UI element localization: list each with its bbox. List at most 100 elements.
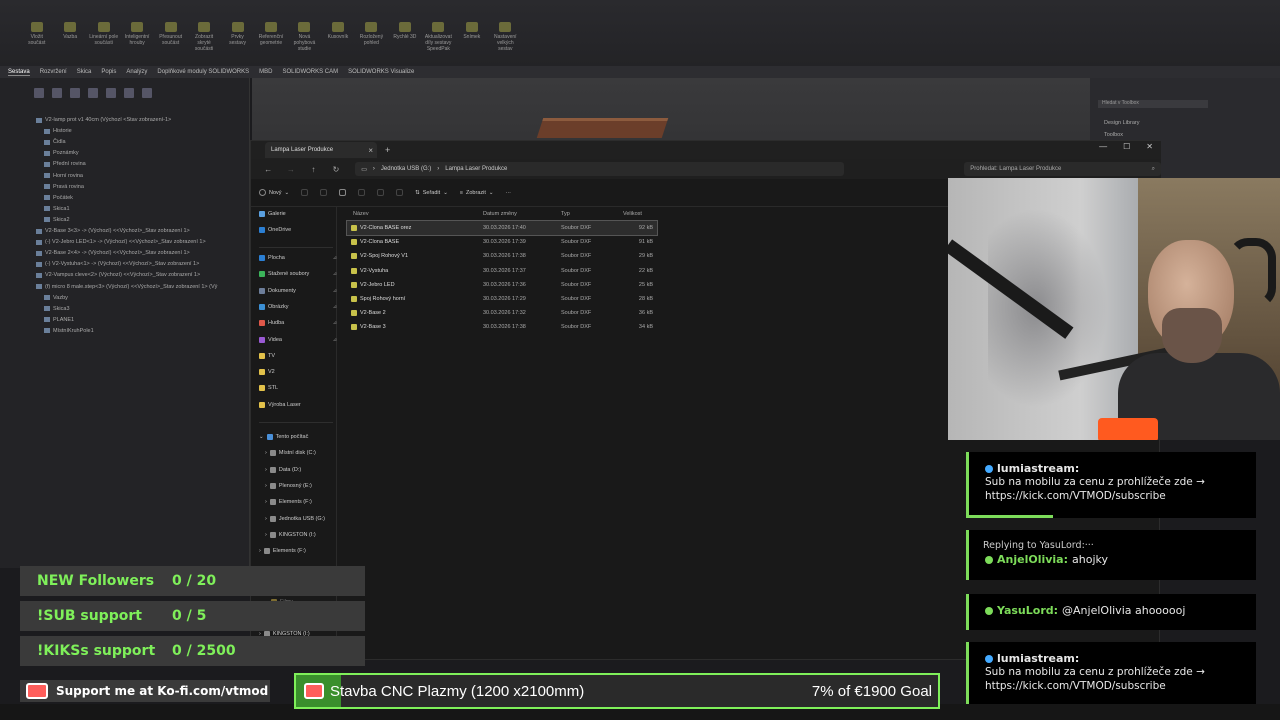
column-size[interactable]: Velikost xyxy=(623,211,657,217)
close-tab-icon[interactable]: × xyxy=(368,146,373,155)
pin-icon[interactable]: ⊿ xyxy=(333,255,337,261)
file-row[interactable]: Spoj Rohový horní 30.03.2026 17:29 Soubor … xyxy=(347,292,657,306)
sidebar-item[interactable]: V2 xyxy=(259,369,337,376)
tree-item[interactable]: V2-Base 2<4> -> (Výchozí) <<Výchozí>_Sta… xyxy=(36,250,190,256)
tab-5[interactable]: Doplňkové moduly SOLIDWORKS xyxy=(157,69,249,75)
delete-button[interactable] xyxy=(396,189,404,196)
new-tab-icon[interactable]: + xyxy=(385,145,390,155)
ribbon-button[interactable]: Nová pohybová studie xyxy=(290,22,319,62)
minimize-icon[interactable]: — xyxy=(1099,142,1107,151)
ribbon-button[interactable]: Referenční geometrie xyxy=(256,22,285,62)
dimxpert-icon[interactable] xyxy=(88,88,98,98)
ribbon-button[interactable]: Rozložený pohled xyxy=(357,22,386,62)
ribbon-button[interactable]: Snímek xyxy=(457,22,486,62)
tree-item[interactable]: Pravá rovina xyxy=(44,184,84,190)
tree-item[interactable]: (-) V2-Vystuha<1> -> (Výchozí) <<Výchozí… xyxy=(36,261,199,267)
column-type[interactable]: Typ xyxy=(557,211,623,217)
tree-item[interactable]: Poznámky xyxy=(44,150,79,156)
ribbon-button[interactable]: Nastavení velkých sestav xyxy=(491,22,520,62)
new-button[interactable]: Nový ⌄ xyxy=(259,189,289,196)
sidebar-drive[interactable]: › Elements (F:) xyxy=(265,499,343,506)
sidebar-item[interactable]: Videa ⊿ xyxy=(259,336,337,343)
file-row[interactable]: V2-Clona BASE orez 30.03.2026 17:40 Soubor… xyxy=(346,220,658,236)
sidebar-drive[interactable]: › Elements (F:) xyxy=(259,548,337,555)
column-name[interactable]: Název xyxy=(347,211,479,217)
sidebar-item[interactable]: Plocha ⊿ xyxy=(259,255,337,261)
tree-item[interactable]: Skica1 xyxy=(44,206,70,212)
pin-icon[interactable]: ⊿ xyxy=(333,320,337,326)
sidebar-this-pc[interactable]: ⌄ Tento počítač xyxy=(259,434,337,440)
file-row[interactable]: V2-Clona BASE 30.03.2026 17:39 Soubor DXF 9… xyxy=(347,235,657,249)
tab-3[interactable]: Popis xyxy=(101,69,116,75)
sidebar-item[interactable]: OneDrive xyxy=(259,227,337,233)
share-button[interactable] xyxy=(377,189,385,196)
property-icon[interactable] xyxy=(52,88,62,98)
ribbon-button[interactable]: Lineární pole součásti xyxy=(89,22,118,62)
tree-item[interactable]: Historie xyxy=(44,128,72,134)
ribbon-button[interactable]: Kusovník xyxy=(323,22,352,62)
3d-part-model[interactable] xyxy=(536,118,669,138)
file-row[interactable]: V2-Base 3 30.03.2026 17:38 Soubor DXF 34 kB xyxy=(347,320,657,334)
ribbon-button[interactable]: Vložit součást xyxy=(22,22,51,62)
sidebar-item[interactable]: TV xyxy=(259,352,337,359)
sidebar-item[interactable]: Obrázky ⊿ xyxy=(259,303,337,310)
tree-item[interactable]: MístníKruhPole1 xyxy=(44,328,94,334)
ribbon-button[interactable]: Inteligentní hrouby xyxy=(122,22,151,62)
tree-item[interactable]: Skica3 xyxy=(44,306,70,312)
back-icon[interactable]: ← xyxy=(263,165,274,174)
tab-8[interactable]: SOLIDWORKS Visualize xyxy=(348,69,414,75)
sidebar-item[interactable]: STL xyxy=(259,385,337,392)
ribbon-button[interactable]: Zobrazit skryté součásti xyxy=(189,22,218,62)
sort-button[interactable]: ⇅ Seřadit ⌄ xyxy=(415,190,448,196)
more-button[interactable]: ··· xyxy=(506,190,512,196)
maximize-icon[interactable]: ☐ xyxy=(1123,142,1130,151)
file-row[interactable]: V2-Base 2 30.03.2026 17:32 Soubor DXF 36 kB xyxy=(347,306,657,320)
ribbon-button[interactable]: Aktualizovat díly sestavy SpeedPak xyxy=(424,22,453,62)
up-icon[interactable]: ↑ xyxy=(308,165,319,174)
ribbon-button[interactable]: Přesunout součást xyxy=(156,22,185,62)
sidebar-item[interactable]: Stažené soubory ⊿ xyxy=(259,271,337,278)
file-row[interactable]: V2-Spoj Rohový V1 30.03.2026 17:38 Soubor … xyxy=(347,249,657,263)
tab-4[interactable]: Analýzy xyxy=(126,69,147,75)
tree-item[interactable]: Horní rovina xyxy=(44,173,83,179)
address-bar[interactable]: ▭ › Jednotka USB (G:) › Lampa Laser Prod… xyxy=(355,162,845,176)
sidebar-item[interactable]: Hudba ⊿ xyxy=(259,320,337,327)
sidebar-drive[interactable]: › Jednotka USB (G:) xyxy=(265,515,343,522)
tree-item[interactable]: V2-Base 3<3> -> (Výchozí) <<Výchozí>_Sta… xyxy=(36,228,190,234)
tree-item[interactable]: PLANE1 xyxy=(44,317,74,323)
sidebar-drive[interactable]: › Místní disk (C:) xyxy=(265,450,343,457)
table-icon[interactable] xyxy=(142,88,152,98)
tree-item[interactable]: Počátek xyxy=(44,195,73,201)
display-icon[interactable] xyxy=(106,88,116,98)
tab-6[interactable]: MBD xyxy=(259,69,272,75)
tree-item[interactable]: Vazby xyxy=(44,295,68,301)
tree-item[interactable]: Skica2 xyxy=(44,217,70,223)
pin-icon[interactable]: ⊿ xyxy=(333,337,337,343)
pin-icon[interactable]: ⊿ xyxy=(333,288,337,294)
copy-button[interactable] xyxy=(320,189,328,196)
pin-icon[interactable]: ⊿ xyxy=(333,304,337,310)
tab-0[interactable]: Sestava xyxy=(8,69,30,76)
tree-item[interactable]: V2-Vampus cleve<2> (Výchozí) <<Výchozí>_… xyxy=(36,272,200,278)
graphics-area[interactable] xyxy=(252,78,1092,148)
cam-icon[interactable] xyxy=(124,88,134,98)
sidebar-item[interactable]: Galerie xyxy=(259,211,337,217)
sidebar-item[interactable]: Výroba Laser xyxy=(259,401,337,408)
rename-button[interactable] xyxy=(358,189,366,196)
sidebar-drive[interactable]: › KINGSTON (I:) xyxy=(265,531,343,538)
sidebar-drive[interactable]: › Data (D:) xyxy=(265,466,343,473)
paste-button[interactable] xyxy=(339,189,347,196)
tree-item[interactable]: V2-lamp prot v1 40cm (Výchozí <Stav zobr… xyxy=(36,117,171,123)
breadcrumb-folder[interactable]: Lampa Laser Produkce xyxy=(445,166,507,172)
close-icon[interactable]: ✕ xyxy=(1146,142,1153,151)
tree-icon[interactable] xyxy=(34,88,44,98)
ribbon-button[interactable]: Prvky sestavy xyxy=(223,22,252,62)
ribbon-button[interactable]: Rychlé 3D xyxy=(390,22,419,62)
pin-icon[interactable]: ⊿ xyxy=(333,271,337,277)
search-input[interactable]: Prohledat: Lampa Laser Produkce ⌕ xyxy=(964,162,1162,176)
sidebar-item[interactable]: Dokumenty ⊿ xyxy=(259,287,337,294)
column-date[interactable]: Datum změny xyxy=(479,211,557,217)
file-row[interactable]: V2-Vystuha 30.03.2026 17:37 Soubor DXF 22 k… xyxy=(347,264,657,278)
explorer-tab[interactable]: Lampa Laser Produkce × xyxy=(265,142,377,158)
forward-icon[interactable]: → xyxy=(286,165,297,174)
